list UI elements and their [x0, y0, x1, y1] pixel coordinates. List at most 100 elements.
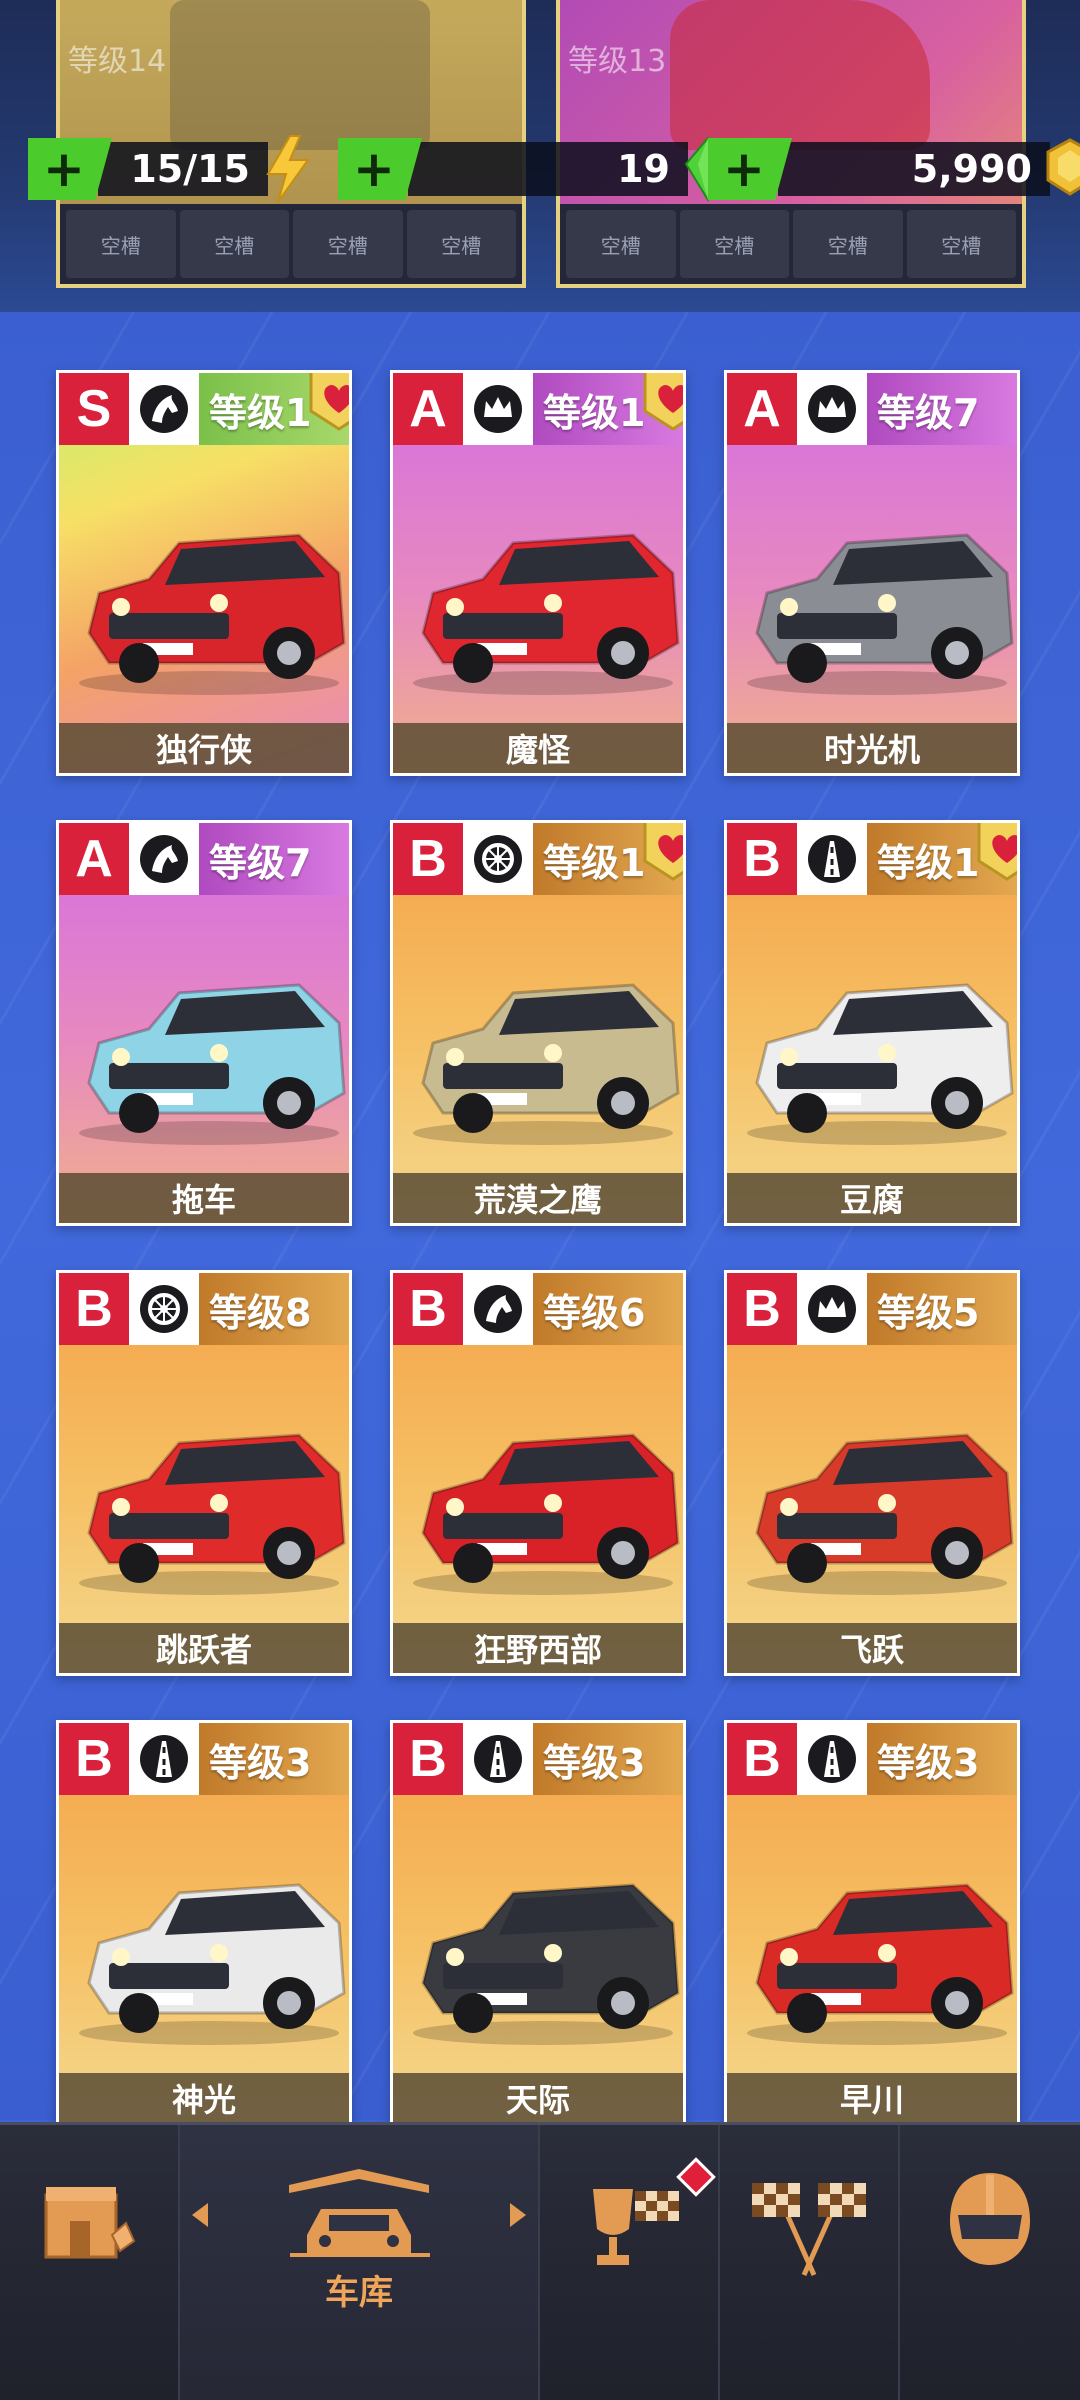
- favorite-heart-icon[interactable]: [641, 370, 686, 433]
- car-name: 狂野西部: [393, 1623, 683, 1673]
- car-image: [79, 1883, 346, 2045]
- empty-slot[interactable]: 空槽: [793, 210, 903, 278]
- card-header: B 等级3: [727, 1723, 1017, 1795]
- bottom-nav: 车库: [0, 2122, 1080, 2400]
- empty-slot[interactable]: 空槽: [66, 210, 176, 278]
- car-image: [747, 533, 1014, 695]
- nav-shop[interactable]: [0, 2125, 180, 2400]
- class-badge: [797, 373, 867, 445]
- card-header: B 等级3: [393, 1723, 683, 1795]
- car-card[interactable]: B 等级6 狂野西部: [390, 1270, 686, 1676]
- upgrade-slots: 空槽 空槽 空槽 空槽: [60, 204, 522, 284]
- trophy-icon: [593, 2189, 679, 2265]
- lightning-icon: [266, 135, 310, 203]
- horse-icon: [140, 835, 188, 883]
- class-badge: [129, 1723, 199, 1795]
- car-card[interactable]: B 等级1 豆腐: [724, 820, 1020, 1226]
- garage-icon: [289, 2169, 429, 2257]
- empty-slot[interactable]: 空槽: [679, 210, 789, 278]
- gem-value: 19: [408, 142, 688, 196]
- car-card[interactable]: B 等级3 神光: [56, 1720, 352, 2126]
- car-name: 独行侠: [59, 723, 349, 773]
- car-card[interactable]: B 等级8 跳跃者: [56, 1270, 352, 1676]
- car-name: 时光机: [727, 723, 1017, 773]
- car-card[interactable]: S 等级1 独行侠: [56, 370, 352, 776]
- car-image: [79, 983, 346, 1145]
- class-badge: [463, 373, 533, 445]
- class-badge: [463, 1273, 533, 1345]
- car-image: [79, 1433, 346, 1595]
- car-name: 荒漠之鹰: [393, 1173, 683, 1223]
- road-icon: [808, 835, 856, 883]
- car-name: 跳跃者: [59, 1623, 349, 1673]
- car-name: 豆腐: [727, 1173, 1017, 1223]
- empty-slot[interactable]: 空槽: [179, 210, 289, 278]
- chevron-left-icon[interactable]: [192, 2203, 208, 2227]
- empty-slot[interactable]: 空槽: [566, 210, 676, 278]
- car-grid: S 等级1 独行侠 A 等级1 魔怪 A 等级7 时光机 A 等级7 拖车 B 等级1 荒漠之鹰 B 等级1 豆腐…: [56, 370, 1020, 2126]
- car-card[interactable]: A 等级7 拖车: [56, 820, 352, 1226]
- car-card[interactable]: B 等级3 天际: [390, 1720, 686, 2126]
- class-badge: [797, 1273, 867, 1345]
- car-image: [413, 1433, 680, 1595]
- empty-slot[interactable]: 空槽: [906, 210, 1016, 278]
- favorite-heart-icon[interactable]: [307, 370, 352, 433]
- coin-value: 5,990: [778, 142, 1050, 196]
- car-image: [413, 533, 680, 695]
- crown-icon: [808, 1285, 856, 1333]
- rank-badge: B: [393, 1273, 463, 1345]
- car-card[interactable]: B 等级3 早川: [724, 1720, 1020, 2126]
- car-image: [747, 1433, 1014, 1595]
- gem-counter: + 19: [338, 136, 736, 202]
- road-icon: [808, 1735, 856, 1783]
- empty-slot[interactable]: 空槽: [406, 210, 516, 278]
- horse-icon: [140, 385, 188, 433]
- rank-badge: B: [727, 823, 797, 895]
- card-header: B 等级6: [393, 1273, 683, 1345]
- card-header: A 等级7: [727, 373, 1017, 445]
- car-card[interactable]: B 等级1 荒漠之鹰: [390, 820, 686, 1226]
- level-label: 等级3: [199, 1723, 349, 1795]
- garage-label: 车库: [325, 2273, 393, 2313]
- horse-icon: [474, 1285, 522, 1333]
- upgrade-slots: 空槽 空槽 空槽 空槽: [560, 204, 1022, 284]
- car-card[interactable]: A 等级1 魔怪: [390, 370, 686, 776]
- shop-icon: [44, 2187, 136, 2259]
- level-label: 等级6: [533, 1273, 683, 1345]
- energy-counter: + 15/15: [28, 135, 316, 203]
- nav-trophies[interactable]: [540, 2125, 720, 2400]
- car-image: [413, 1883, 680, 2045]
- crown-icon: [808, 385, 856, 433]
- rank-badge: B: [393, 1723, 463, 1795]
- car-card[interactable]: B 等级5 飞跃: [724, 1270, 1020, 1676]
- nav-races[interactable]: [720, 2125, 900, 2400]
- nav-garage[interactable]: 车库: [180, 2125, 540, 2400]
- rank-badge: A: [59, 823, 129, 895]
- empty-slot[interactable]: 空槽: [293, 210, 403, 278]
- car-name: 早川: [727, 2073, 1017, 2123]
- chevron-right-icon[interactable]: [510, 2203, 526, 2227]
- car-image: [79, 533, 346, 695]
- wheel-icon: [140, 1285, 188, 1333]
- road-icon: [474, 1735, 522, 1783]
- level-label: 等级3: [533, 1723, 683, 1795]
- rank-badge: B: [727, 1723, 797, 1795]
- wheel-icon: [474, 835, 522, 883]
- car-card[interactable]: A 等级7 时光机: [724, 370, 1020, 776]
- class-badge: [463, 1723, 533, 1795]
- level-label: 等级5: [867, 1273, 1017, 1345]
- level-label: 等级13: [568, 44, 667, 79]
- rank-badge: S: [59, 373, 129, 445]
- car-name: 神光: [59, 2073, 349, 2123]
- active-underline: [290, 2253, 430, 2257]
- rank-badge: A: [393, 373, 463, 445]
- crown-icon: [474, 385, 522, 433]
- nav-profile[interactable]: [900, 2125, 1080, 2400]
- class-badge: [463, 823, 533, 895]
- favorite-heart-icon[interactable]: [641, 820, 686, 883]
- race-flags-icon: [752, 2183, 866, 2277]
- card-header: A 等级1: [393, 373, 683, 445]
- level-label: 等级3: [867, 1723, 1017, 1795]
- card-header: B 等级3: [59, 1723, 349, 1795]
- favorite-heart-icon[interactable]: [975, 820, 1020, 883]
